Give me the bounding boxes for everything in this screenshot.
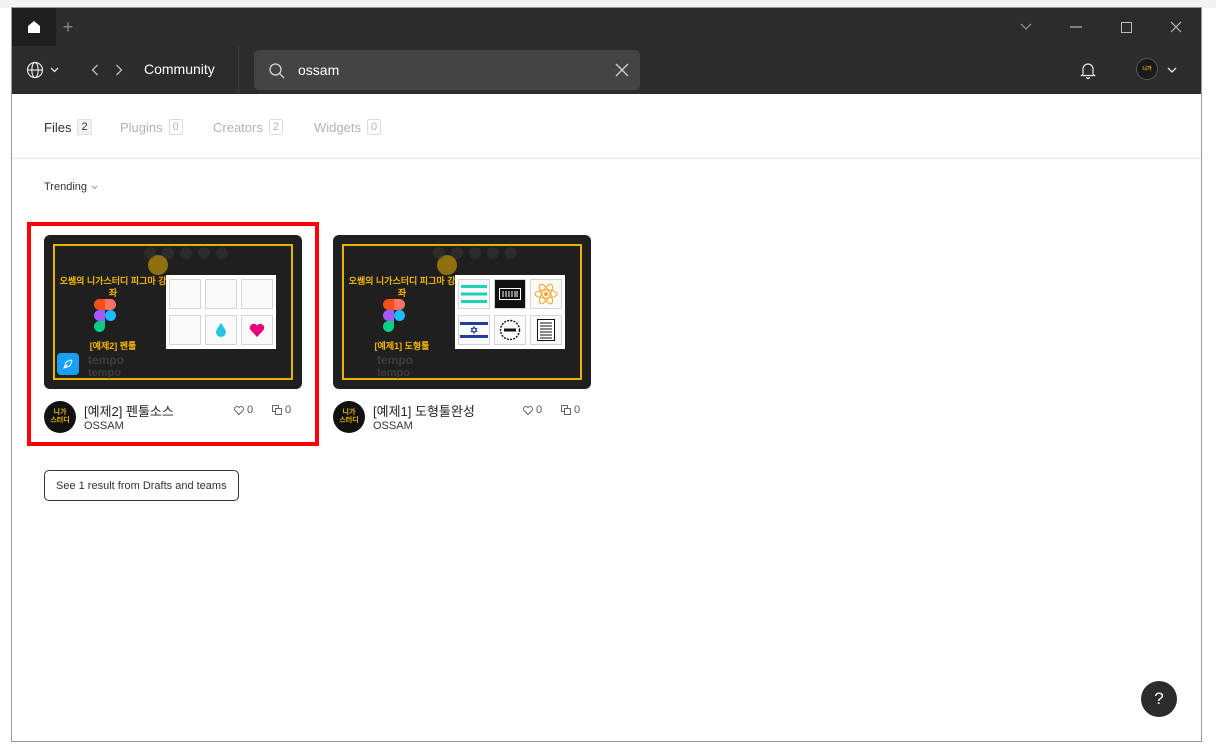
thumbnail-panel [455, 275, 565, 349]
maximize-button[interactable] [1101, 8, 1151, 46]
figma-window: + Community ossam 니가 Files 2 Plugins 0 C… [11, 7, 1202, 742]
tab-files[interactable]: Files 2 [44, 119, 92, 135]
heart-outline-icon [523, 405, 533, 415]
minimize-icon [1070, 26, 1082, 28]
community-toolbar: Community 니가 [12, 46, 1201, 94]
figma-logo-icon [383, 299, 405, 332]
panel-cell [458, 315, 490, 345]
minimize-button[interactable] [1051, 8, 1101, 46]
back-button[interactable] [86, 60, 104, 80]
duplicates-count[interactable]: 0 [561, 404, 580, 416]
duplicates-value: 0 [574, 404, 581, 416]
search-input[interactable] [298, 58, 598, 82]
panel-cell [494, 279, 526, 309]
home-tab[interactable] [12, 8, 56, 46]
thumbnail-subtitle: [예제1] 도형툴 [374, 341, 430, 351]
likes-value: 0 [536, 404, 543, 416]
chevron-right-icon [116, 64, 123, 76]
language-menu-button[interactable] [26, 58, 68, 82]
thumbnail-decoration [433, 247, 573, 261]
document-icon [537, 319, 555, 341]
notification-bell-icon[interactable] [1078, 60, 1098, 80]
tab-widgets[interactable]: Widgets 0 [314, 119, 382, 135]
tab-count: 2 [268, 119, 283, 135]
help-button[interactable]: ? [1141, 681, 1177, 717]
panel-cell [530, 315, 562, 345]
chevron-down-icon [91, 185, 98, 189]
tab-count: 0 [366, 119, 382, 135]
search-box [254, 50, 640, 90]
chevron-down-icon [50, 67, 59, 73]
result-type-tabs: Files 2 Plugins 0 Creators 2 Widgets 0 [12, 94, 1201, 159]
title-bar: + [12, 8, 1201, 46]
tab-label: Widgets [314, 119, 361, 135]
panel-cell [494, 315, 526, 345]
chevron-left-icon [91, 64, 98, 76]
avatar-text: 니가 [342, 409, 356, 416]
add-tab-button[interactable]: + [56, 8, 80, 46]
avatar-text: 니가 [1142, 66, 1152, 72]
selection-highlight-box [27, 222, 319, 446]
search-icon [269, 63, 285, 79]
toolbar-divider [238, 46, 239, 94]
drafts-and-teams-button[interactable]: See 1 result from Drafts and teams [44, 470, 239, 501]
close-icon [1170, 21, 1182, 33]
tab-count: 0 [168, 119, 183, 135]
tab-plugins[interactable]: Plugins 0 [120, 119, 183, 135]
panel-cell [458, 279, 490, 309]
close-window-button[interactable] [1151, 8, 1201, 46]
likes-count[interactable]: 0 [523, 404, 542, 416]
atom-icon [534, 283, 558, 305]
thumbnail-text: tempo [377, 367, 410, 379]
chevron-down-icon[interactable] [1166, 64, 1178, 76]
forward-button[interactable] [110, 60, 128, 80]
avatar-text: 스터디 [339, 417, 359, 424]
israel-flag-icon [460, 320, 488, 340]
page-title: Community [144, 61, 215, 77]
thumbnail-title: 오쌤의 니가스터디 피그마 강좌 [348, 276, 456, 298]
maximize-icon [1120, 21, 1132, 33]
creator-avatar[interactable]: 니가 스터디 [333, 401, 365, 433]
tab-label: Plugins [120, 119, 163, 135]
tab-creators[interactable]: Creators 2 [213, 119, 283, 135]
globe-icon [26, 61, 44, 79]
panel-cell [530, 279, 562, 309]
hamburger-lines-icon [461, 285, 487, 303]
file-title[interactable]: [예제1] 도형툴완성 [373, 401, 475, 420]
chevron-down-icon [1020, 23, 1032, 30]
sort-label: Trending [44, 181, 88, 193]
tab-label: Files [44, 119, 72, 135]
tab-count: 2 [77, 119, 92, 135]
file-thumbnail[interactable]: 오쌤의 니가스터디 피그마 강좌 [예제1] 도형툴 tempo tempo [333, 235, 591, 389]
thumbnail-text: tempo [377, 353, 413, 367]
file-author[interactable]: OSSAM [373, 420, 413, 432]
sort-dropdown[interactable]: Trending [44, 181, 98, 193]
duplicate-icon [561, 405, 571, 415]
clear-search-icon[interactable] [614, 62, 630, 78]
account-avatar[interactable]: 니가 [1136, 58, 1158, 80]
tab-label: Creators [213, 119, 263, 135]
no-entry-icon [499, 319, 521, 341]
barcode-icon [499, 288, 521, 300]
tabs-dropdown-button[interactable] [1001, 8, 1051, 46]
home-icon [28, 21, 40, 33]
